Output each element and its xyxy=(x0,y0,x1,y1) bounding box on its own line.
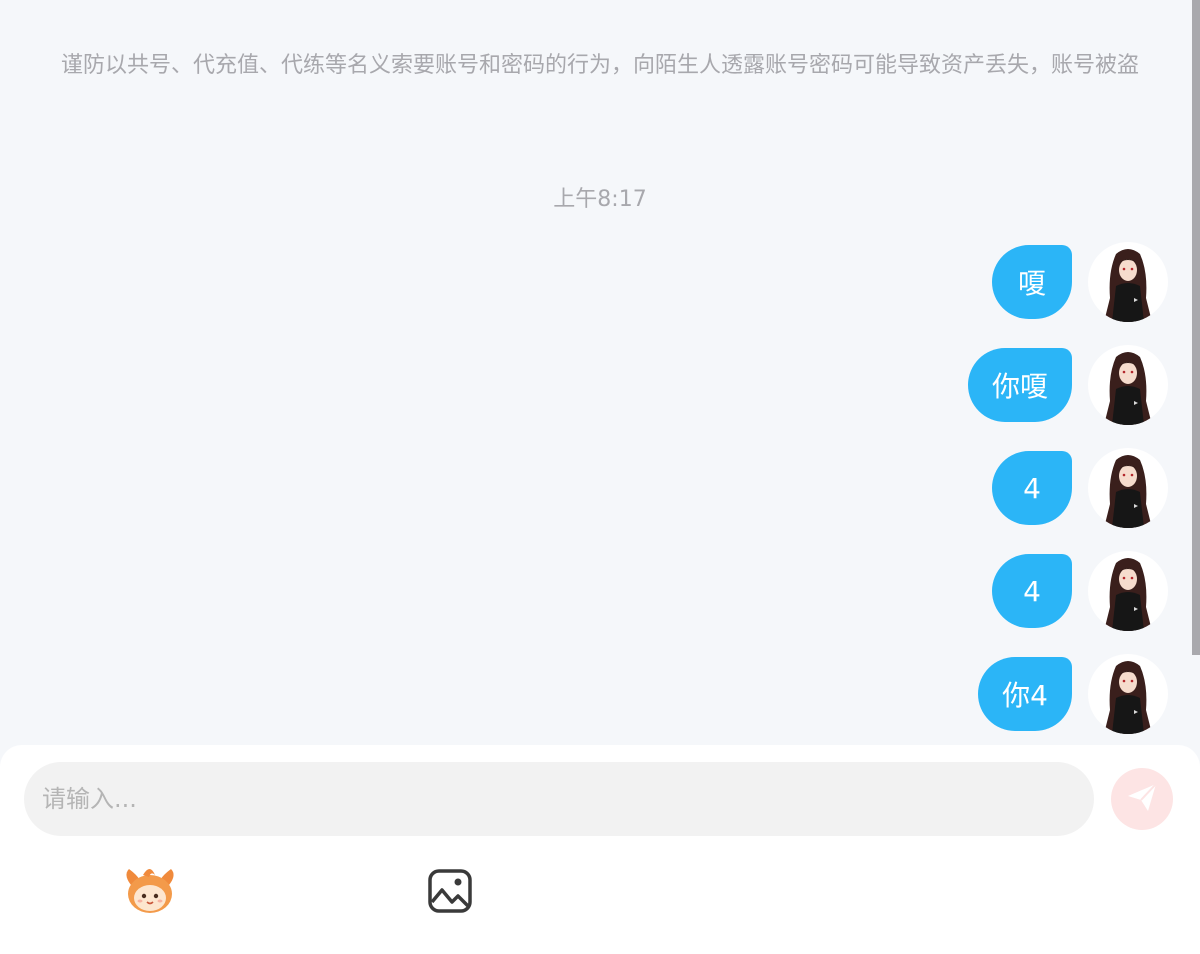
image-icon xyxy=(427,868,473,918)
user-avatar[interactable] xyxy=(1088,345,1168,425)
chat-message-list[interactable]: 谨防以共号、代充值、代练等名义索要账号和密码的行为，向陌生人透露账号密码可能导致… xyxy=(0,0,1200,745)
message-timestamp: 上午8:17 xyxy=(553,187,647,212)
message-bubble[interactable]: 4 xyxy=(992,451,1072,525)
message-bubble[interactable]: 你嗄 xyxy=(967,348,1072,422)
message-row: 4 xyxy=(992,551,1168,631)
composer-panel xyxy=(0,745,1200,954)
user-avatar[interactable] xyxy=(1088,551,1168,631)
image-picker-button[interactable] xyxy=(420,865,480,921)
user-avatar[interactable] xyxy=(1088,654,1168,734)
paper-plane-icon xyxy=(1124,779,1160,819)
message-bubble[interactable]: 你4 xyxy=(978,657,1072,731)
user-avatar[interactable] xyxy=(1088,448,1168,528)
scrollbar[interactable] xyxy=(1192,0,1200,655)
message-row: 4 xyxy=(992,448,1168,528)
mascot-sticker-icon xyxy=(121,865,179,921)
message-row: 你嗄 xyxy=(967,345,1168,425)
user-avatar[interactable] xyxy=(1088,242,1168,322)
message-row: 你4 xyxy=(978,654,1168,734)
message-input[interactable] xyxy=(24,762,1094,836)
message-bubble[interactable]: 4 xyxy=(992,554,1072,628)
message-bubble[interactable]: 嗄 xyxy=(992,245,1072,319)
message-row: 嗄 xyxy=(992,242,1168,322)
sticker-button[interactable] xyxy=(120,865,180,921)
send-button[interactable] xyxy=(1111,768,1173,830)
security-notice: 谨防以共号、代充值、代练等名义索要账号和密码的行为，向陌生人透露账号密码可能导致… xyxy=(60,53,1139,78)
